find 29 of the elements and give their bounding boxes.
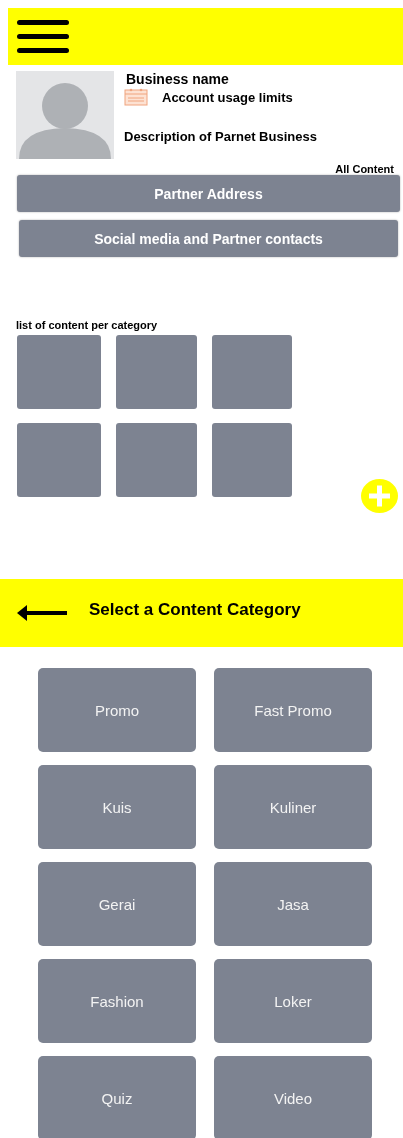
category-button[interactable]: Fast Promo [214,668,372,752]
info-button[interactable]: Partner Address [17,175,400,212]
calendar-icon [124,88,148,106]
category-button[interactable]: Gerai [38,862,196,946]
content-tile[interactable] [212,423,292,497]
usage-limits-text: Account usage limits [162,89,293,105]
business-name: Business name [126,71,230,87]
back-arrow-icon[interactable] [17,605,67,621]
content-tile[interactable] [17,335,101,409]
category-button[interactable]: Kuliner [214,765,372,849]
category-button[interactable]: Kuis [38,765,196,849]
all-content-link[interactable]: All Content [335,163,394,175]
content-tile[interactable] [116,335,197,409]
content-tile[interactable] [116,423,197,497]
category-button[interactable]: Video [214,1056,372,1138]
category-button[interactable]: Loker [214,959,372,1043]
category-button[interactable]: Promo [38,668,196,752]
category-button[interactable]: Quiz [38,1056,196,1138]
screen-title: Select a Content Category [89,600,301,620]
content-tile[interactable] [212,335,292,409]
business-description: Description of Parnet Business [124,129,317,144]
info-button[interactable]: Social media and Partner contacts [19,220,398,257]
avatar-icon [16,71,114,159]
add-icon[interactable] [361,479,398,513]
category-button[interactable]: Fashion [38,959,196,1043]
section-title: list of content per category [16,319,159,331]
content-tile[interactable] [17,423,101,497]
category-button[interactable]: Jasa [214,862,372,946]
menu-icon[interactable] [17,19,69,54]
